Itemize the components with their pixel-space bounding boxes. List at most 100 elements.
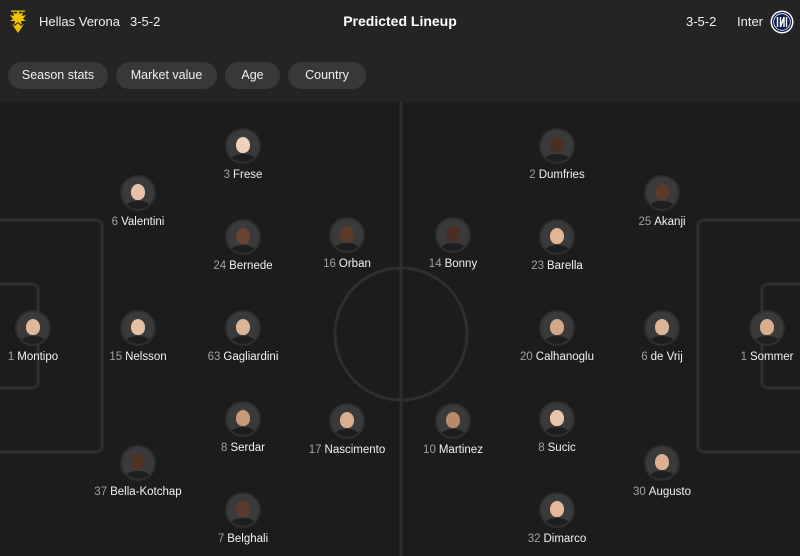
player-card[interactable]: 63 Gagliardini <box>188 310 298 363</box>
player-number: 24 <box>213 260 227 272</box>
player-avatar <box>225 128 261 164</box>
player-number: 1 <box>7 351 15 363</box>
player-avatar <box>644 175 680 211</box>
player-number: 23 <box>531 260 544 272</box>
player-name: Serdar <box>230 442 265 454</box>
player-name: Dumfries <box>538 169 585 181</box>
age-chip[interactable]: Age <box>225 62 280 89</box>
face <box>550 319 564 335</box>
player-avatar <box>329 217 365 253</box>
player-card[interactable]: 17 Nascimento <box>292 403 402 456</box>
player-card[interactable]: 8 Sucic <box>502 401 612 454</box>
player-name: Orban <box>338 258 371 270</box>
player-number: 16 <box>323 258 336 270</box>
player-number: 8 <box>221 442 228 454</box>
face <box>131 454 145 470</box>
player-name: Belghali <box>227 533 269 545</box>
stats-filter-bar: Season stats Market value Age Country <box>0 44 800 102</box>
face <box>655 319 669 335</box>
face <box>340 412 354 428</box>
player-card[interactable]: 2 Dumfries <box>502 128 612 181</box>
player-avatar <box>120 445 156 481</box>
player-number: 37 <box>94 486 108 498</box>
player-card[interactable]: 7 Belghali <box>188 492 298 545</box>
player-name: Martinez <box>438 444 483 456</box>
player-avatar <box>539 219 575 255</box>
player-card[interactable]: 32 Dimarco <box>502 492 612 545</box>
away-team-name[interactable]: Inter <box>737 14 763 29</box>
player-card[interactable]: 16 Orban <box>292 217 402 270</box>
player-avatar <box>539 128 575 164</box>
inter-crest-icon[interactable] <box>770 10 794 34</box>
player-card[interactable]: 8 Serdar <box>188 401 298 454</box>
player-card[interactable]: 10 Martinez <box>398 403 508 456</box>
player-avatar <box>225 310 261 346</box>
player-avatar <box>749 310 785 346</box>
player-name: Dimarco <box>543 533 587 545</box>
player-number: 8 <box>538 442 545 454</box>
player-name: Barella <box>546 260 583 272</box>
player-name: Nascimento <box>324 444 386 456</box>
face <box>655 184 669 200</box>
face <box>131 184 145 200</box>
player-number: 10 <box>423 444 436 456</box>
player-name: Nelsson <box>125 351 167 363</box>
player-number: 3 <box>223 169 230 181</box>
player-card[interactable]: 6 Valentini <box>83 175 193 228</box>
player-card[interactable]: 1 Montipo <box>0 310 88 363</box>
player-avatar <box>120 175 156 211</box>
face <box>550 137 564 153</box>
player-number: 14 <box>428 258 442 270</box>
season-stats-chip[interactable]: Season stats <box>8 62 108 89</box>
player-avatar <box>435 217 471 253</box>
player-avatar <box>539 310 575 346</box>
face <box>550 228 564 244</box>
player-number: 7 <box>217 533 225 545</box>
player-card[interactable]: 37 Bella-Kotchap <box>83 445 193 498</box>
player-card[interactable]: 14 Bonny <box>398 217 508 270</box>
face <box>446 226 460 242</box>
player-avatar <box>539 492 575 528</box>
player-card[interactable]: 6 de Vrij <box>607 310 717 363</box>
player-card[interactable]: 20 Calhanoglu <box>502 310 612 363</box>
market-value-chip[interactable]: Market value <box>116 62 217 89</box>
face <box>131 319 145 335</box>
player-card[interactable]: 15 Nelsson <box>83 310 193 363</box>
player-number: 2 <box>529 169 536 181</box>
match-header: Hellas Verona 3-5-2 Predicted Lineup 3-5… <box>0 0 800 44</box>
player-card[interactable]: 3 Frese <box>188 128 298 181</box>
player-name: Bernede <box>229 260 273 272</box>
player-name: Valentini <box>121 216 165 228</box>
player-avatar <box>225 492 261 528</box>
player-avatar <box>225 219 261 255</box>
player-name: Augusto <box>648 486 691 498</box>
face <box>550 501 564 517</box>
country-chip[interactable]: Country <box>288 62 366 89</box>
player-name: Bella-Kotchap <box>110 486 182 498</box>
player-card[interactable]: 30 Augusto <box>607 445 717 498</box>
page-title: Predicted Lineup <box>343 13 457 29</box>
player-card[interactable]: 25 Akanji <box>607 175 717 228</box>
player-number: 63 <box>207 351 221 363</box>
player-name: Frese <box>233 169 263 181</box>
player-name: Bonny <box>444 258 478 270</box>
player-name: de Vrij <box>650 351 683 363</box>
player-number: 6 <box>111 216 119 228</box>
player-avatar <box>329 403 365 439</box>
player-card[interactable]: 1 Sommer <box>712 310 800 363</box>
player-name: Montipo <box>17 351 59 363</box>
player-card[interactable]: 23 Barella <box>502 219 612 272</box>
player-number: 17 <box>308 444 322 456</box>
face <box>446 412 460 428</box>
player-card[interactable]: 24 Bernede <box>188 219 298 272</box>
player-avatar <box>435 403 471 439</box>
player-avatar <box>225 401 261 437</box>
player-name: Sommer <box>749 351 794 363</box>
player-number: 25 <box>638 216 652 228</box>
player-number: 6 <box>641 351 648 363</box>
face <box>340 226 354 242</box>
player-name: Gagliardini <box>223 351 279 363</box>
player-number: 32 <box>527 533 541 545</box>
player-name: Calhanoglu <box>535 351 594 363</box>
player-avatar <box>120 310 156 346</box>
